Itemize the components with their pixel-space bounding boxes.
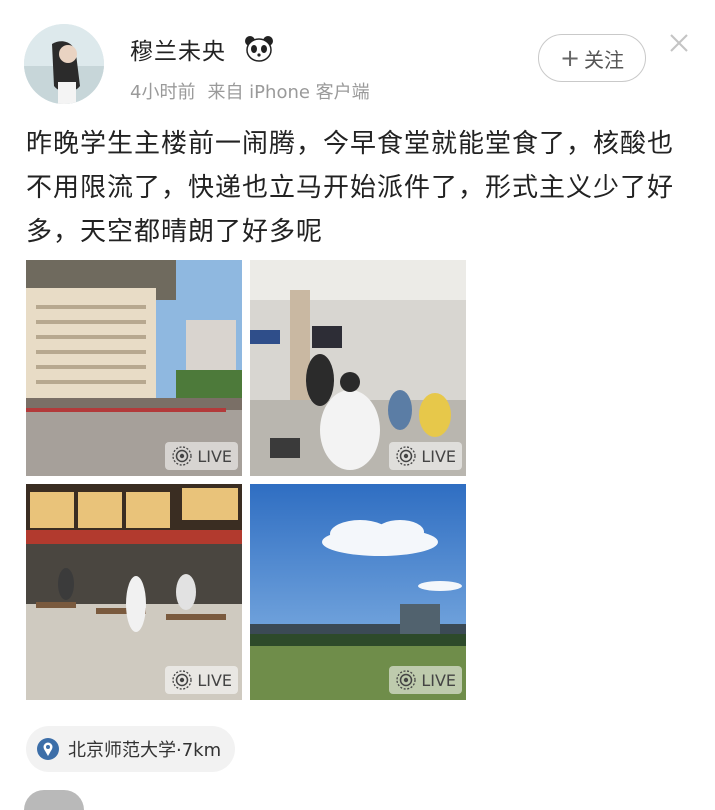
live-label: LIVE [421,670,456,690]
avatar[interactable] [24,24,104,104]
post-meta: 4小时前 来自 iPhone 客户端 [130,78,370,104]
username[interactable]: 穆兰未央 [130,32,226,66]
location-pin-icon [37,738,59,760]
live-label: LIVE [421,446,456,466]
live-icon [172,446,192,466]
live-icon [396,446,416,466]
close-icon[interactable] [668,32,690,54]
live-icon [396,670,416,690]
photo-4[interactable]: LIVE [250,484,466,700]
post-time: 4小时前 [130,82,196,103]
follow-label: 关注 [584,47,625,72]
location-tag[interactable]: 北京师范大学·7km [26,726,236,772]
panda-icon [245,36,273,62]
live-badge: LIVE [165,442,238,470]
plus-icon: + [559,44,581,72]
live-badge: LIVE [165,666,238,694]
next-post-avatar [24,790,84,810]
post-text: 昨晚学生主楼前一闹腾，今早食堂就能堂食了，核酸也不用限流了，快递也立马开始派件了… [26,129,675,247]
follow-button[interactable]: + 关注 [538,34,646,82]
location-label: 北京师范大学·7km [68,740,222,761]
photo-2[interactable]: LIVE [250,260,466,476]
live-label: LIVE [197,446,232,466]
photo-1[interactable]: LIVE [26,260,242,476]
live-icon [172,670,192,690]
post-source[interactable]: 来自 iPhone 客户端 [207,82,369,103]
live-label: LIVE [197,670,232,690]
live-badge: LIVE [389,666,462,694]
live-badge: LIVE [389,442,462,470]
photo-3[interactable]: LIVE [26,484,242,700]
